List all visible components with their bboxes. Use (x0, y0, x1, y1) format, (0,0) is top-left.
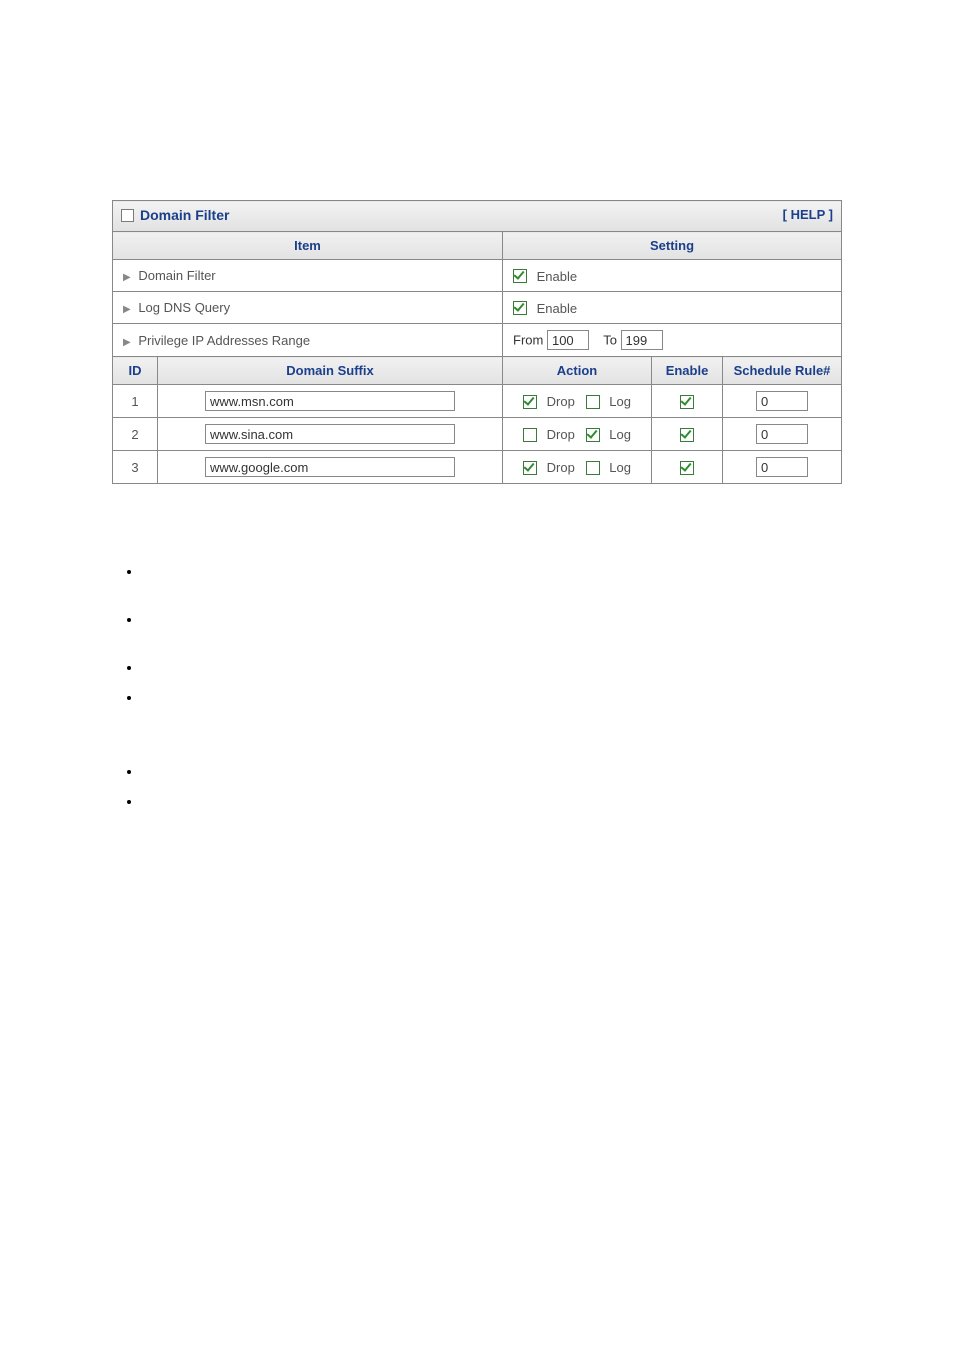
row-action-cell: Drop Log (503, 451, 652, 484)
schedule-input[interactable] (756, 424, 808, 444)
titlebar-icon (121, 209, 134, 222)
drop-checkbox[interactable] (523, 395, 537, 409)
setting-log-dns: Enable (503, 292, 842, 324)
chevron-right-icon: ▶ (123, 304, 131, 315)
domain-filter-table: Domain Filter [ HELP ] Item Setting ▶ Do… (112, 200, 842, 484)
domain-suffix-input[interactable] (205, 424, 455, 444)
col-setting: Setting (503, 232, 842, 260)
panel-title: Domain Filter (140, 207, 229, 223)
log-label: Log (609, 427, 631, 442)
row-schedule-cell (723, 451, 842, 484)
from-input[interactable] (547, 330, 589, 350)
col-action: Action (503, 357, 652, 385)
domain-suffix-input[interactable] (205, 457, 455, 477)
enable-checkbox[interactable] (680, 461, 694, 475)
log-label: Log (609, 460, 631, 475)
col-item: Item (113, 232, 503, 260)
row-id: 1 (113, 385, 158, 418)
help-link[interactable]: [ HELP ] (783, 207, 833, 222)
item-priv-range: ▶ Privilege IP Addresses Range (113, 324, 503, 357)
setting-domain-filter: Enable (503, 260, 842, 292)
setting-priv-range: From To (503, 324, 842, 357)
domain-filter-enable-label: Enable (537, 269, 577, 284)
to-input[interactable] (621, 330, 663, 350)
table-row: 2 Drop Log (113, 418, 842, 451)
row-id: 2 (113, 418, 158, 451)
drop-label: Drop (547, 460, 575, 475)
drop-checkbox[interactable] (523, 428, 537, 442)
col-enable: Enable (652, 357, 723, 385)
bullet-list (102, 564, 842, 818)
titlebar: Domain Filter [ HELP ] (113, 201, 842, 232)
log-checkbox[interactable] (586, 395, 600, 409)
enable-checkbox[interactable] (680, 428, 694, 442)
from-label: From (513, 333, 543, 348)
chevron-right-icon: ▶ (123, 272, 131, 283)
enable-checkbox[interactable] (680, 395, 694, 409)
row-enable-cell (652, 385, 723, 418)
row-id: 3 (113, 451, 158, 484)
row-action-cell: Drop Log (503, 385, 652, 418)
row-enable-cell (652, 451, 723, 484)
list-item (142, 564, 842, 588)
schedule-input[interactable] (756, 391, 808, 411)
row-action-cell: Drop Log (503, 418, 652, 451)
item-log-dns: ▶ Log DNS Query (113, 292, 503, 324)
domain-filter-enable-checkbox[interactable] (513, 269, 527, 283)
table-row: 3 Drop Log (113, 451, 842, 484)
log-checkbox[interactable] (586, 461, 600, 475)
list-item (142, 794, 842, 818)
list-item (142, 660, 842, 684)
table-row: 1 Drop Log (113, 385, 842, 418)
col-domain-suffix: Domain Suffix (158, 357, 503, 385)
item-domain-filter: ▶ Domain Filter (113, 260, 503, 292)
list-item (142, 612, 842, 636)
drop-label: Drop (547, 394, 575, 409)
row-enable-cell (652, 418, 723, 451)
log-checkbox[interactable] (586, 428, 600, 442)
row-schedule-cell (723, 385, 842, 418)
row-schedule-cell (723, 418, 842, 451)
domain-suffix-input[interactable] (205, 391, 455, 411)
log-dns-enable-label: Enable (537, 301, 577, 316)
row-suffix-cell (158, 451, 503, 484)
col-id: ID (113, 357, 158, 385)
schedule-input[interactable] (756, 457, 808, 477)
log-label: Log (609, 394, 631, 409)
col-schedule: Schedule Rule# (723, 357, 842, 385)
chevron-right-icon: ▶ (123, 337, 131, 348)
drop-checkbox[interactable] (523, 461, 537, 475)
log-dns-enable-checkbox[interactable] (513, 301, 527, 315)
row-suffix-cell (158, 385, 503, 418)
to-label: To (603, 333, 617, 348)
list-item (142, 690, 842, 714)
list-item (142, 764, 842, 788)
drop-label: Drop (547, 427, 575, 442)
row-suffix-cell (158, 418, 503, 451)
